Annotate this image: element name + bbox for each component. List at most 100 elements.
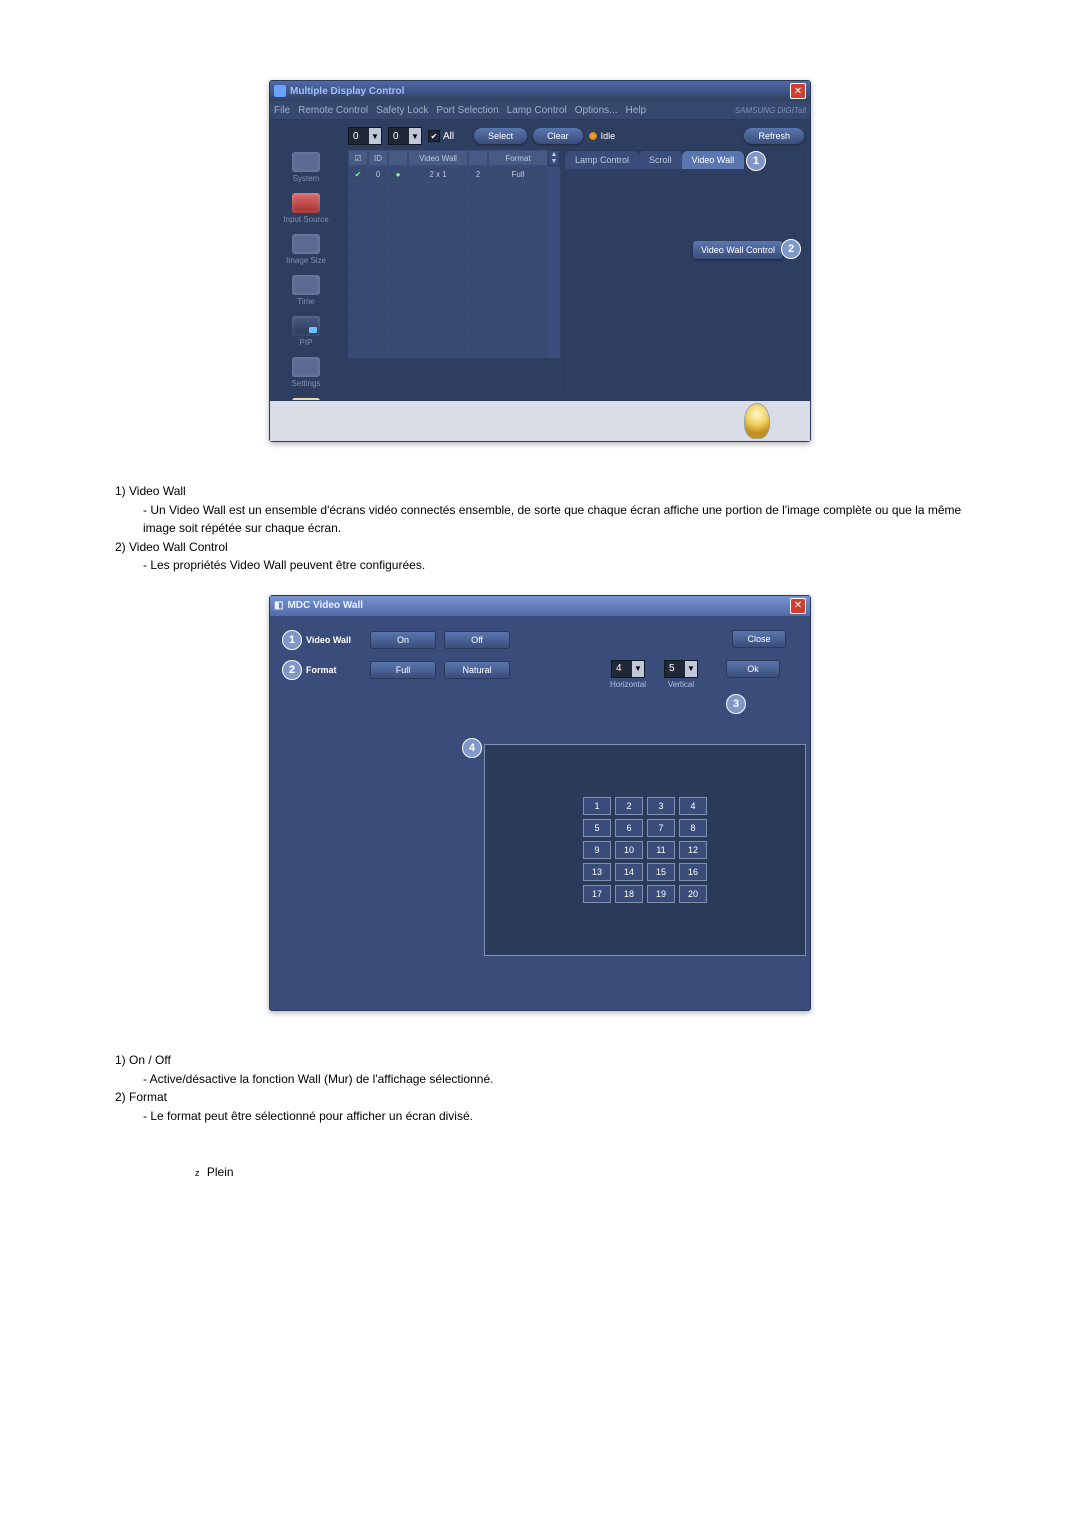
checkbox-icon: ✔ — [428, 130, 440, 142]
grid-cell[interactable]: 2 — [615, 797, 643, 815]
clear-button[interactable]: Clear — [533, 128, 583, 144]
close-icon[interactable]: ✕ — [790, 598, 806, 614]
grid-cell[interactable]: 20 — [679, 885, 707, 903]
image-size-icon — [292, 234, 320, 254]
video-wall-control-button[interactable]: Video Wall Control — [693, 241, 783, 259]
on-button[interactable]: On — [370, 631, 436, 649]
horizontal-value: 4 — [612, 663, 632, 674]
app-icon — [274, 85, 286, 97]
vw-label-video-wall: Video Wall — [306, 635, 362, 645]
menu-safety[interactable]: Safety Lock — [376, 105, 428, 116]
vw-app-icon: ◧ — [274, 600, 283, 611]
grid-cell[interactable]: 14 — [615, 863, 643, 881]
sidebar-item-image[interactable]: Image Size — [274, 232, 338, 271]
menu-file[interactable]: File — [274, 105, 290, 116]
sidebar-label-pip: PIP — [300, 338, 313, 347]
text-4-body: - Le format peut être sélectionné pour a… — [115, 1107, 965, 1126]
header-blank — [468, 150, 488, 166]
all-label: All — [443, 131, 454, 142]
grid-cell[interactable]: 4 — [679, 797, 707, 815]
grid-cell[interactable]: 7 — [647, 819, 675, 837]
header-video-wall: Video Wall — [408, 150, 468, 166]
menu-remote[interactable]: Remote Control — [298, 105, 368, 116]
text-3-title: 1) On / Off — [115, 1051, 965, 1070]
header-check[interactable]: ☑ — [348, 150, 368, 166]
video-wall-window: ◧ MDC Video Wall ✕ 1 Video Wall On Off C… — [269, 595, 811, 1011]
tab-lamp-control[interactable]: Lamp Control — [565, 151, 639, 169]
full-button[interactable]: Full — [370, 661, 436, 679]
grid-cell[interactable]: 5 — [583, 819, 611, 837]
off-button[interactable]: Off — [444, 631, 510, 649]
tab-video-wall[interactable]: Video Wall — [682, 151, 745, 169]
row-div: 2 — [468, 166, 488, 182]
table-scrollbar[interactable] — [548, 150, 560, 166]
grid-cell[interactable]: 15 — [647, 863, 675, 881]
grid-cell[interactable]: 16 — [679, 863, 707, 881]
grid-cell[interactable]: 3 — [647, 797, 675, 815]
refresh-button[interactable]: Refresh — [744, 128, 804, 144]
text-2-title: 2) Video Wall Control — [115, 538, 965, 557]
grid-cell[interactable]: 1 — [583, 797, 611, 815]
brand-logo: SAMSUNG DIGITall — [735, 106, 806, 115]
grid-cell[interactable]: 19 — [647, 885, 675, 903]
close-icon[interactable]: ✕ — [790, 83, 806, 99]
sidebar-item-system[interactable]: System — [274, 150, 338, 189]
combo-2-value: 0 — [389, 131, 409, 142]
explanation-1: 1) Video Wall - Un Video Wall est un ens… — [115, 482, 965, 575]
combo-1-value: 0 — [349, 131, 369, 142]
sidebar-item-time[interactable]: Time — [274, 273, 338, 312]
sidebar-item-input[interactable]: Input Source — [274, 191, 338, 230]
time-icon — [292, 275, 320, 295]
row-check[interactable]: ✔ — [348, 166, 368, 182]
scroll-track — [548, 166, 560, 182]
window-title: Multiple Display Control — [290, 86, 404, 97]
grid-cell[interactable]: 8 — [679, 819, 707, 837]
footnote-label: Plein — [207, 1165, 234, 1179]
sidebar-item-pip[interactable]: PIP — [274, 314, 338, 353]
sidebar-label-settings: Settings — [292, 379, 321, 388]
grid-cell[interactable]: 6 — [615, 819, 643, 837]
grid-cell[interactable]: 9 — [583, 841, 611, 859]
natural-button[interactable]: Natural — [444, 661, 510, 679]
grid-cell[interactable]: 17 — [583, 885, 611, 903]
horizontal-combo[interactable]: 4 ▼ — [611, 660, 645, 678]
sidebar-item-settings[interactable]: Settings — [274, 355, 338, 394]
select-button[interactable]: Select — [474, 128, 527, 144]
grid-cell[interactable]: 12 — [679, 841, 707, 859]
header-format: Format — [488, 150, 548, 166]
menu-options[interactable]: Options... — [575, 105, 618, 116]
vw-label-format: Format — [306, 665, 362, 675]
menu-port[interactable]: Port Selection — [436, 105, 498, 116]
preview-panel: 1 2 3 4 5 6 7 8 9 10 11 12 13 14 — [484, 744, 806, 956]
grid-cell[interactable]: 11 — [647, 841, 675, 859]
settings-icon — [292, 357, 320, 377]
grid-cell[interactable]: 10 — [615, 841, 643, 859]
all-checkbox[interactable]: ✔ All — [428, 130, 454, 142]
menu-help[interactable]: Help — [626, 105, 647, 116]
mdc-window: Multiple Display Control ✕ File Remote C… — [269, 80, 811, 442]
sidebar-label-system: System — [293, 174, 320, 183]
system-icon — [292, 152, 320, 172]
grid-cell[interactable]: 18 — [615, 885, 643, 903]
menu-lamp[interactable]: Lamp Control — [507, 105, 567, 116]
text-4-title: 2) Format — [115, 1088, 965, 1107]
close-button[interactable]: Close — [732, 630, 786, 648]
text-1-title: 1) Video Wall — [115, 482, 965, 501]
tab-scroll[interactable]: Scroll — [639, 151, 682, 169]
right-panel: Lamp Control Scroll Video Wall 1 Video W… — [564, 150, 804, 394]
vertical-combo[interactable]: 5 ▼ — [664, 660, 698, 678]
mdc-titlebar: Multiple Display Control ✕ — [270, 81, 810, 101]
chevron-down-icon: ▼ — [369, 128, 381, 144]
ok-button[interactable]: Ok — [726, 660, 780, 678]
sidebar-label-image: Image Size — [286, 256, 326, 265]
table-row[interactable]: ✔ 0 ● 2 x 1 2 Full — [348, 166, 560, 182]
row-vw: 2 x 1 — [408, 166, 468, 182]
sidebar-label-input: Input Source — [283, 215, 328, 224]
main-panel: 0 ▼ 0 ▼ ✔ All Se — [342, 120, 810, 400]
combo-2[interactable]: 0 ▼ — [388, 127, 422, 145]
text-3-body: - Active/désactive la fonction Wall (Mur… — [115, 1070, 965, 1089]
table-header: ☑ ID Video Wall Format — [348, 150, 560, 166]
grid-cell[interactable]: 13 — [583, 863, 611, 881]
combo-1[interactable]: 0 ▼ — [348, 127, 382, 145]
vw-title-text: MDC Video Wall — [287, 600, 363, 611]
